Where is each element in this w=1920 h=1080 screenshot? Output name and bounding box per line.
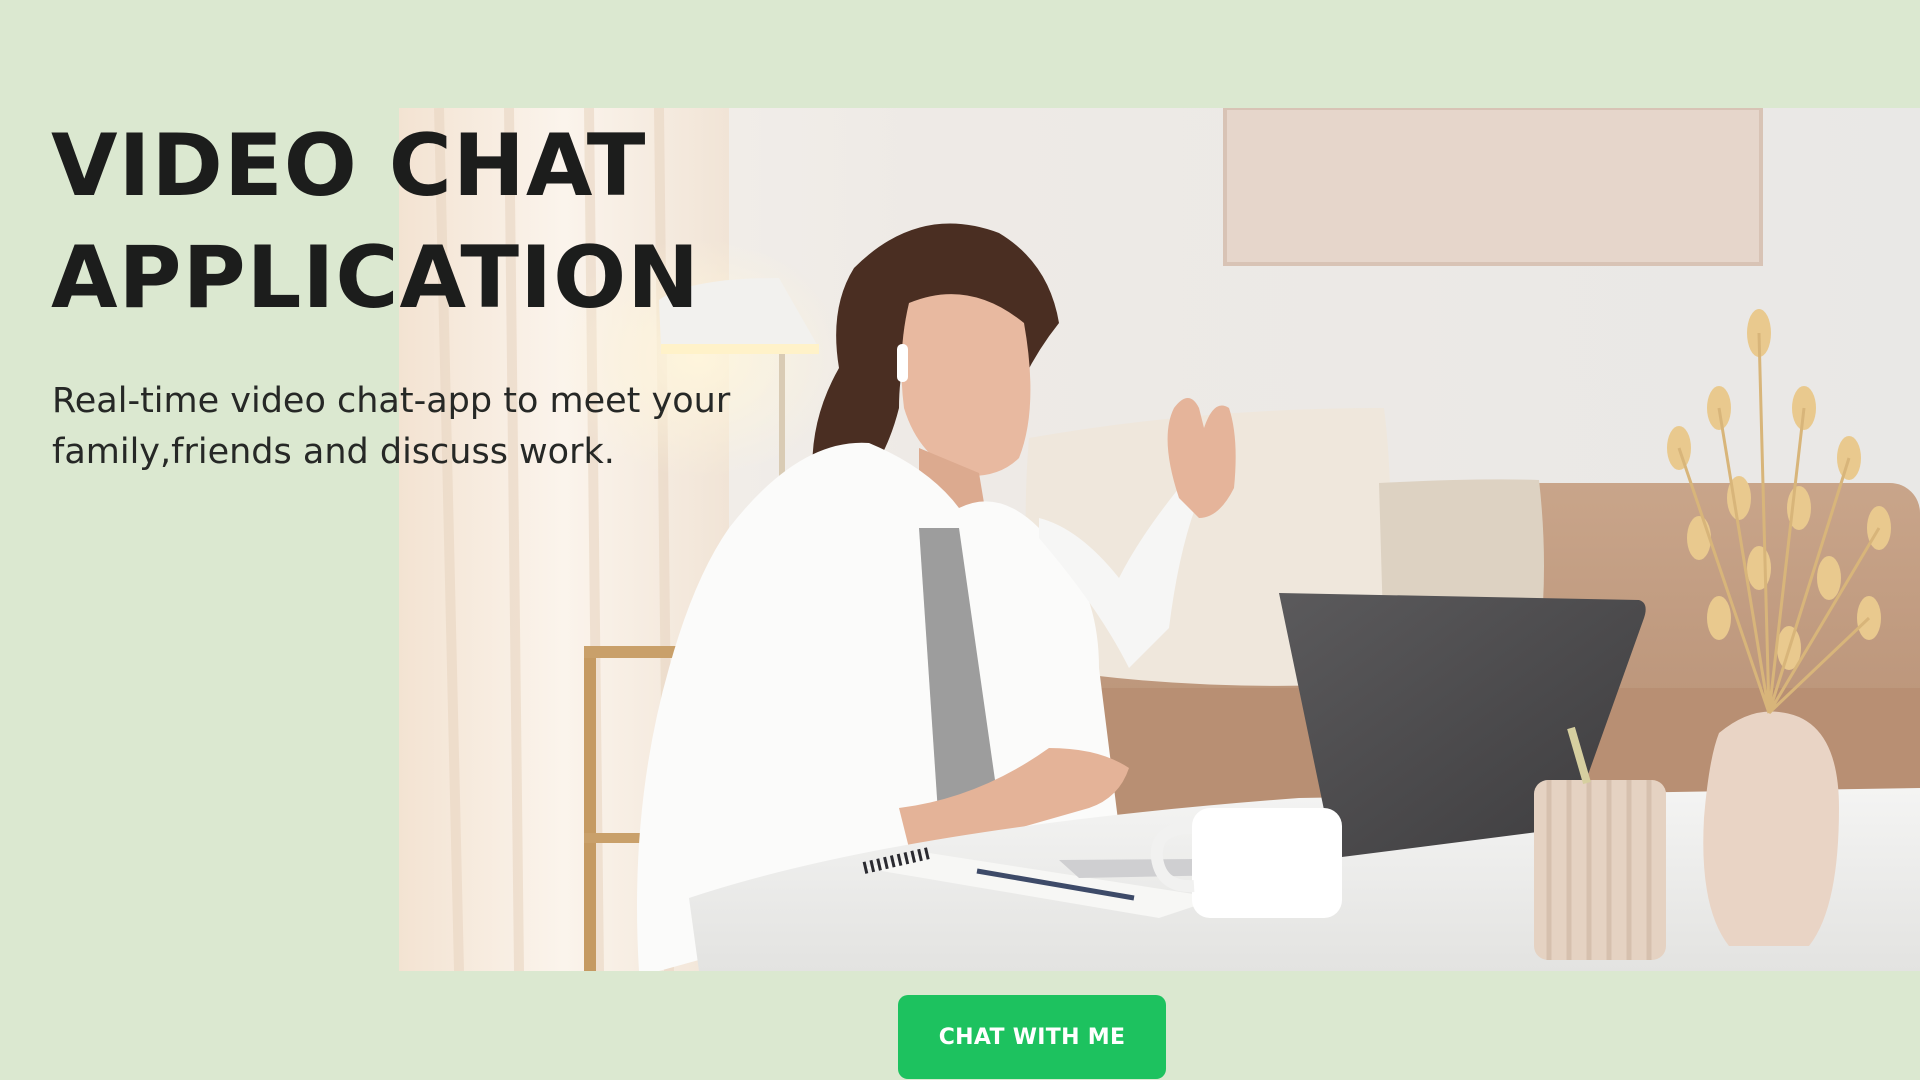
hero-subtitle: Real-time video chat-app to meet your fa…	[52, 376, 812, 478]
hero-subtitle-line-1: Real-time video chat-app to meet your	[52, 381, 731, 421]
hero-title-line-1: VIDEO CHAT	[51, 116, 647, 216]
hero-subtitle-line-2: family,friends and discuss work.	[52, 432, 615, 472]
chat-with-me-button[interactable]: CHAT WITH ME	[898, 995, 1166, 1079]
hero-title-line-2: APPLICATION	[51, 228, 701, 328]
hero-title: VIDEO CHAT APPLICATION	[51, 110, 700, 334]
landing-page: VIDEO CHAT APPLICATION Real-time video c…	[0, 0, 1920, 1080]
